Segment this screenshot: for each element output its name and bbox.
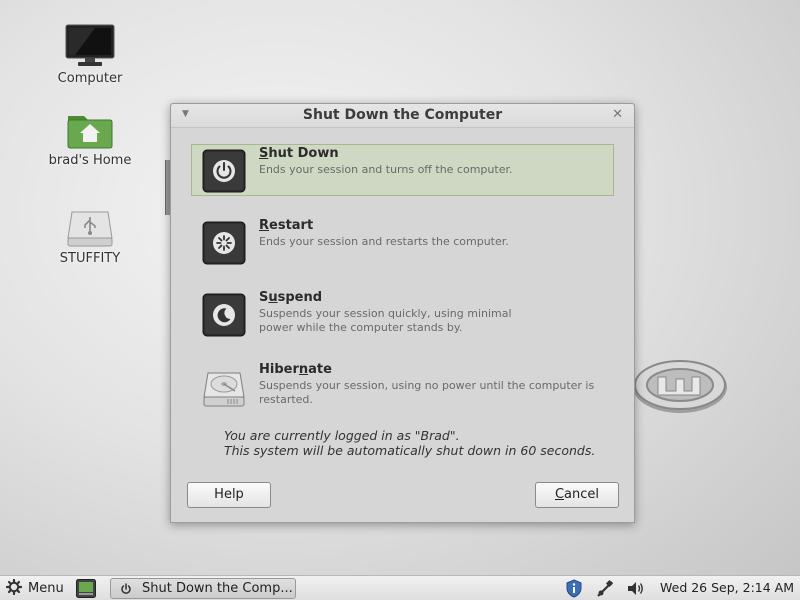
menu-label: Menu: [28, 581, 64, 596]
option-title: Hibernate: [259, 362, 332, 377]
help-button[interactable]: Help: [187, 482, 271, 508]
hard-drive-icon: [203, 372, 245, 407]
moon-icon: [202, 293, 246, 337]
logged-in-info: You are currently logged in as "Brad". T…: [224, 428, 595, 458]
show-desktop-icon[interactable]: [76, 579, 96, 598]
suspend-option[interactable]: Suspend Suspends your session quickly, u…: [191, 288, 614, 340]
monitor-icon: [65, 24, 115, 66]
option-description: Suspends your session, using no power un…: [259, 379, 595, 406]
update-shield-icon[interactable]: [565, 579, 583, 598]
gear-icon: [5, 578, 23, 596]
desktop-icon-label: brad's Home: [48, 153, 132, 168]
menu-button[interactable]: Menu: [5, 578, 64, 598]
hibernate-option[interactable]: Hibernate Suspends your session, using n…: [191, 360, 614, 412]
close-icon[interactable]: ✕: [612, 107, 623, 122]
usb-drive-icon: [67, 211, 113, 247]
desktop-icon-label: Computer: [57, 71, 123, 86]
taskbar-window-button[interactable]: Shut Down the Comp...: [110, 578, 296, 599]
option-description: Ends your session and restarts the compu…: [259, 235, 509, 248]
shutdown-dialog: ▼ Shut Down the Computer ✕ Shut Down End…: [170, 103, 635, 523]
desktop-icon-label: STUFFITY: [59, 251, 121, 266]
auto-shutdown-text: This system will be automatically shut d…: [224, 443, 596, 458]
taskbar: Menu Shut Down the Comp... Wed 26 Sep, 2…: [0, 575, 800, 600]
option-description: Ends your session and turns off the comp…: [259, 163, 513, 176]
home-folder-icon: [67, 116, 113, 149]
option-title: Restart: [259, 218, 314, 233]
mint-logo-wallpaper: [630, 355, 730, 424]
shutdown-option[interactable]: Shut Down Ends your session and turns of…: [191, 144, 614, 196]
cancel-button[interactable]: Cancel: [535, 482, 619, 508]
dialog-titlebar[interactable]: ▼ Shut Down the Computer ✕: [171, 104, 634, 128]
network-icon[interactable]: [595, 579, 615, 598]
clock[interactable]: Wed 26 Sep, 2:14 AM: [660, 580, 794, 595]
restart-option[interactable]: Restart Ends your session and restarts t…: [191, 216, 614, 268]
taskbar-window-label: Shut Down the Comp...: [142, 581, 293, 596]
option-description: Suspends your session quickly, using min…: [259, 307, 512, 334]
desktop-icon-home[interactable]: brad's Home: [40, 110, 140, 168]
option-title: Shut Down: [259, 146, 339, 161]
desktop-icon-usb-drive[interactable]: STUFFITY: [40, 208, 140, 266]
desktop-icon-computer[interactable]: Computer: [40, 24, 140, 86]
power-icon: [121, 583, 131, 594]
dialog-title: Shut Down the Computer: [302, 107, 503, 123]
option-title: Suspend: [259, 290, 323, 305]
logged-in-text: You are currently logged in as "Brad".: [224, 428, 460, 443]
power-icon: [202, 149, 246, 193]
volume-icon[interactable]: [626, 579, 646, 598]
restart-icon: [202, 221, 246, 265]
